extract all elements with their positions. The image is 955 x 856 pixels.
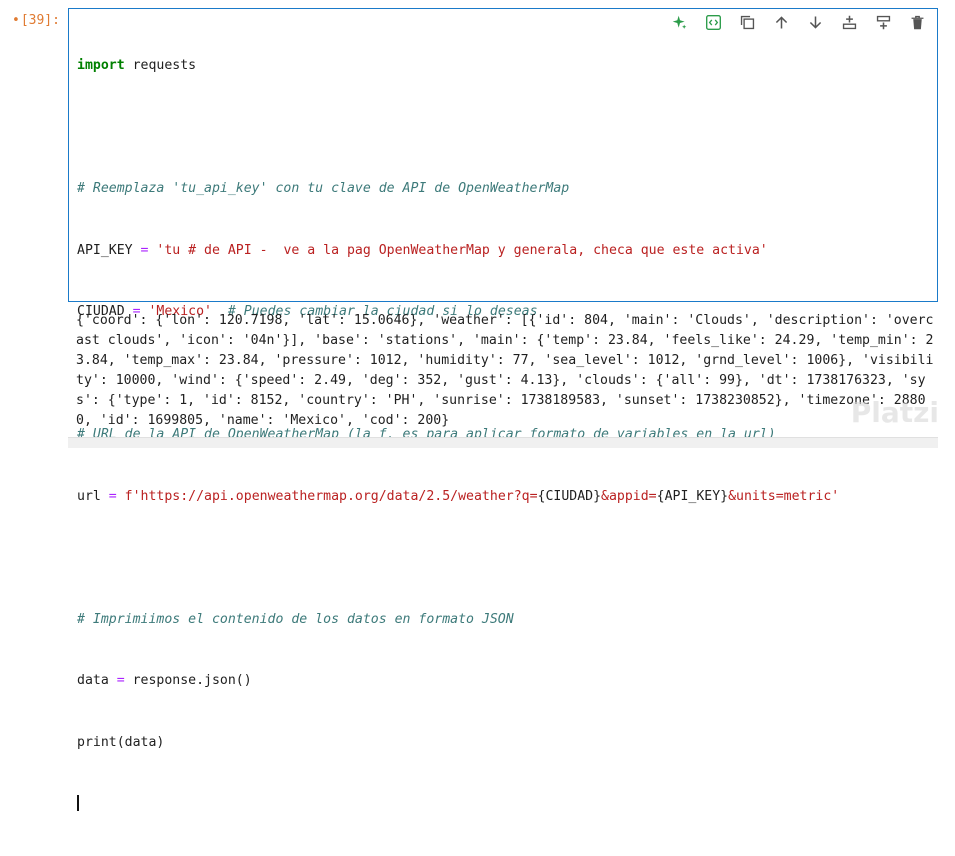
code-line: # Imprimiimos el contenido de los datos … — [77, 610, 929, 631]
fstring-variable: {CIUDAD} — [537, 488, 602, 504]
comment: # Reemplaza 'tu_api_key' con tu clave de… — [77, 181, 570, 196]
string-literal: &appid= — [601, 488, 657, 504]
string-literal: 'tu # de API - ve a la pag OpenWeatherMa… — [156, 242, 768, 258]
code-line: print(data) — [77, 733, 929, 754]
string-literal: f'https://api.openweathermap.org/data/2.… — [124, 488, 538, 504]
code-line: import requests — [77, 56, 929, 77]
execution-count: [39]: — [20, 13, 60, 28]
keyword-import: import — [77, 58, 125, 73]
string-literal: &units=metric' — [728, 488, 840, 504]
platzi-watermark: Platzi — [850, 396, 939, 429]
unsaved-dot: • — [12, 13, 20, 28]
operator: = — [108, 673, 133, 688]
operator: = — [132, 242, 157, 258]
code-editor[interactable]: import requests # Reemplaza 'tu_api_key'… — [77, 15, 929, 856]
fstring-variable: {API_KEY} — [656, 488, 729, 504]
code-line: # Reemplaza 'tu_api_key' con tu clave de… — [77, 179, 929, 200]
code-line: data = response.json() — [77, 671, 929, 692]
comment: # Imprimiimos el contenido de los datos … — [77, 611, 514, 627]
code-line: url = f'https://api.openweathermap.org/d… — [77, 487, 929, 508]
code-identifier: data — [77, 673, 109, 688]
code-text: print(data) — [77, 734, 165, 750]
code-identifier: API_KEY — [77, 242, 133, 258]
text-cursor — [77, 795, 79, 811]
code-text: requests — [124, 58, 197, 73]
code-text: response.json() — [132, 673, 252, 688]
code-identifier: url — [77, 488, 101, 504]
operator: = — [100, 488, 125, 504]
cell-prompt: •[39]: — [12, 13, 60, 28]
cell-output: {'coord': {'lon': 120.7198, 'lat': 15.06… — [76, 313, 934, 428]
code-line: API_KEY = 'tu # de API - ve a la pag Ope… — [77, 241, 929, 262]
code-cell-editor[interactable]: import requests # Reemplaza 'tu_api_key'… — [68, 8, 938, 811]
code-line-cursor — [77, 794, 929, 815]
